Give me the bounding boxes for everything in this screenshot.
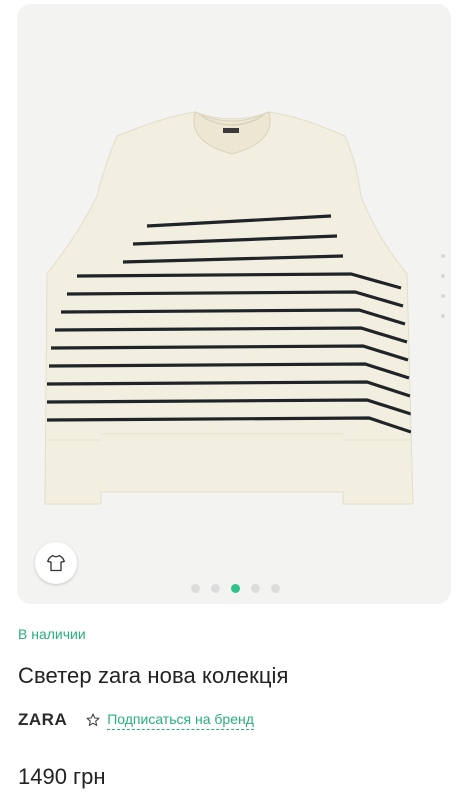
product-title: Светер zara нова колекція: [18, 663, 289, 688]
sweater-body: [44, 111, 414, 505]
availability-status: В наличии: [18, 626, 86, 642]
brand-label-tag: [223, 128, 239, 133]
carousel-dot-5[interactable]: [271, 584, 280, 593]
subscribe-brand-link[interactable]: Подписаться на бренд: [107, 711, 254, 730]
tshirt-icon: [47, 554, 66, 572]
carousel-dot-4[interactable]: [251, 584, 260, 593]
carousel-dot-1[interactable]: [191, 584, 200, 593]
carousel-dot-3-active[interactable]: [231, 584, 240, 593]
side-thumbnails-indicator: [441, 254, 445, 334]
carousel-dot-2[interactable]: [211, 584, 220, 593]
carousel-dots: [191, 584, 280, 593]
product-photo[interactable]: [17, 4, 451, 604]
brand-name[interactable]: ZARA: [18, 710, 67, 730]
product-price: 1490 грн: [18, 764, 106, 789]
category-button[interactable]: [35, 542, 77, 584]
brand-row: ZARA Подписаться на бренд: [18, 710, 254, 730]
star-icon[interactable]: [85, 712, 101, 728]
product-image-gallery[interactable]: [17, 4, 451, 604]
